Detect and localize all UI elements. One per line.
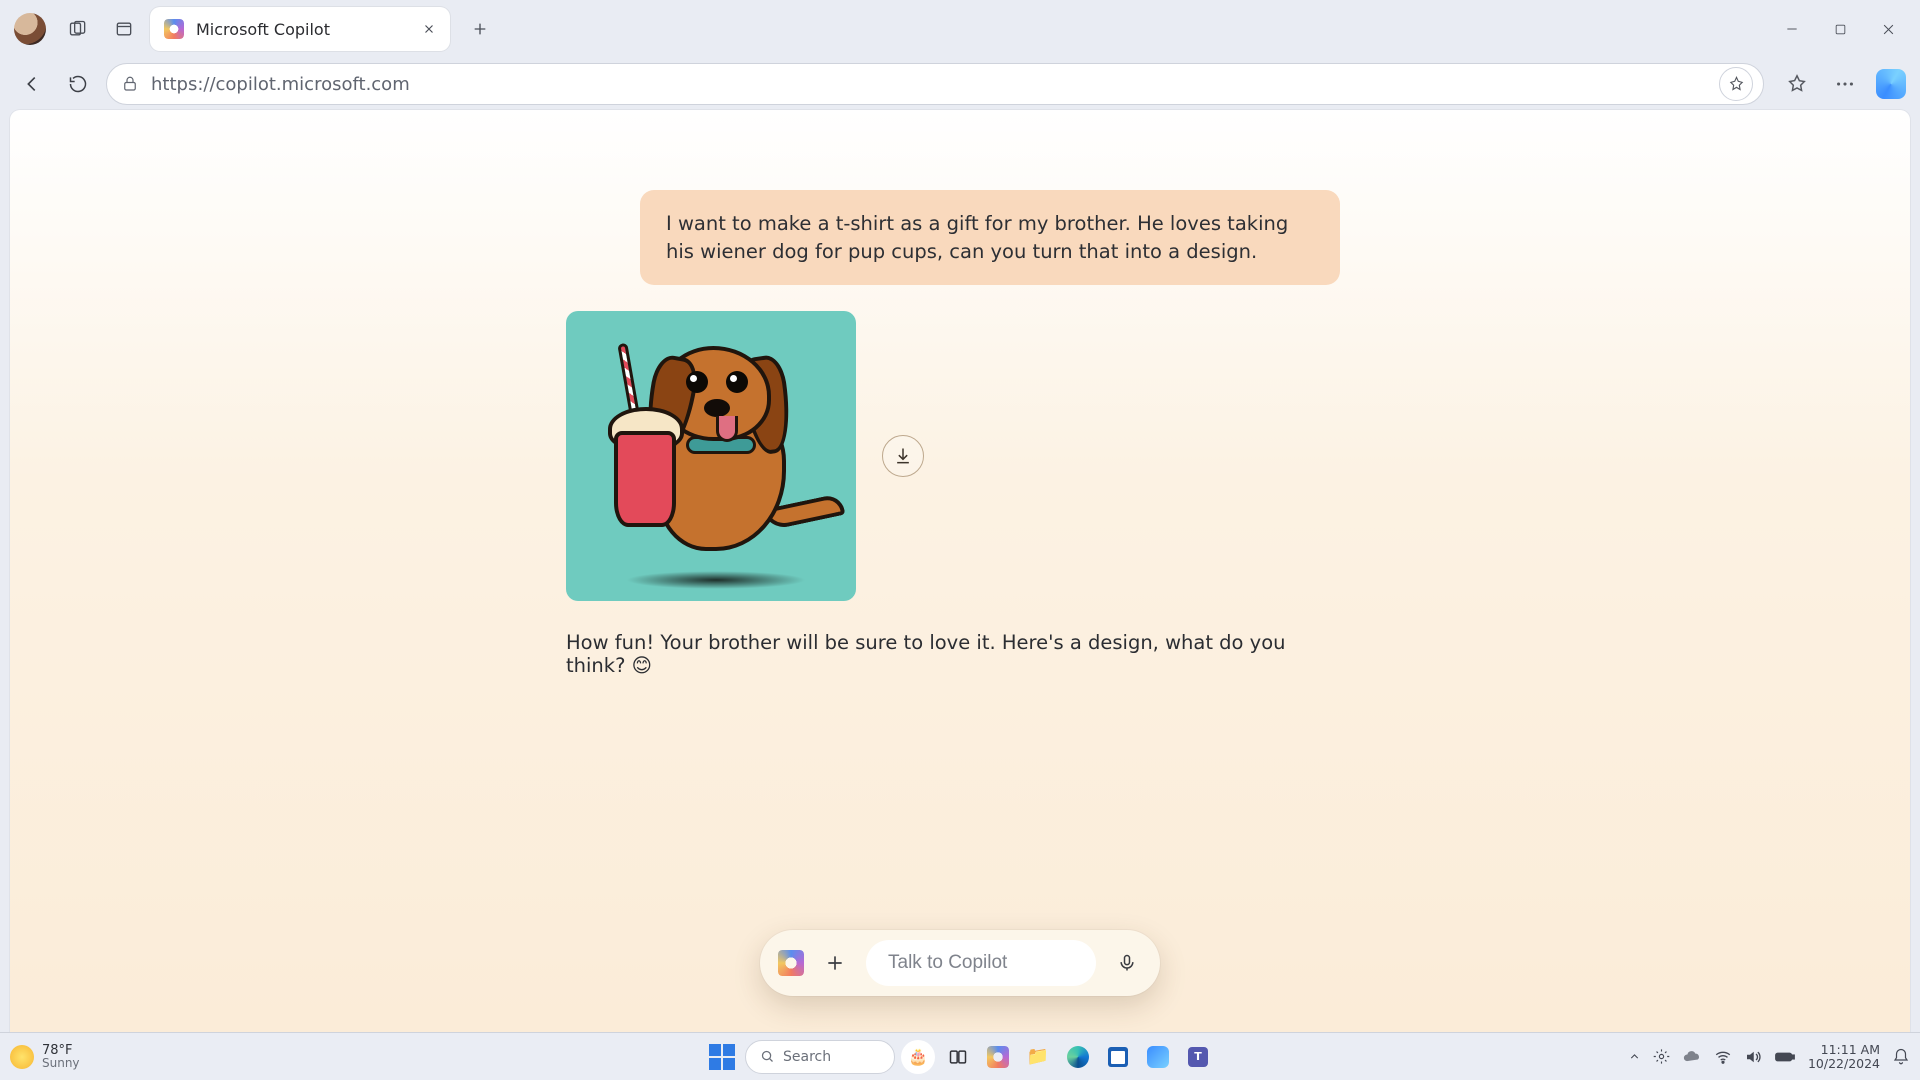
taskbar-app-copilot-chat[interactable] (1141, 1040, 1175, 1074)
profile-avatar[interactable] (14, 13, 46, 45)
taskbar-app-taskview[interactable] (941, 1040, 975, 1074)
page-content: I want to make a t-shirt as a gift for m… (10, 110, 1910, 1032)
taskbar-app-explorer[interactable]: 📁 (1021, 1040, 1055, 1074)
minimize-button[interactable] (1768, 9, 1816, 49)
weather-condition: Sunny (42, 1057, 80, 1069)
workspaces-icon[interactable] (58, 9, 98, 49)
tab-title: Microsoft Copilot (196, 20, 410, 39)
sun-icon (10, 1045, 34, 1069)
notifications-icon[interactable] (1892, 1048, 1910, 1066)
volume-icon[interactable] (1744, 1048, 1762, 1066)
compose-bar (760, 930, 1160, 996)
taskbar-app-cake[interactable]: 🎂 (901, 1040, 935, 1074)
search-placeholder: Search (783, 1049, 831, 1065)
clock[interactable]: 11:11 AM 10/22/2024 (1808, 1043, 1880, 1069)
browser-tab[interactable]: Microsoft Copilot (150, 7, 450, 51)
favorites-icon[interactable] (1780, 67, 1814, 101)
taskbar-app-copilot[interactable] (981, 1040, 1015, 1074)
tray-settings-icon[interactable] (1653, 1048, 1670, 1065)
close-window-button[interactable] (1864, 9, 1912, 49)
maximize-button[interactable] (1816, 9, 1864, 49)
chevron-up-icon[interactable] (1628, 1050, 1641, 1063)
taskbar-search[interactable]: Search (745, 1040, 895, 1074)
new-tab-button[interactable] (462, 11, 498, 47)
onedrive-icon[interactable] (1682, 1047, 1702, 1067)
system-tray[interactable]: 11:11 AM 10/22/2024 (1628, 1043, 1910, 1069)
time-text: 11:11 AM (1821, 1043, 1880, 1056)
site-info-icon[interactable] (121, 75, 139, 93)
more-menu-icon[interactable] (1828, 67, 1862, 101)
date-text: 10/22/2024 (1808, 1057, 1880, 1070)
copilot-icon (164, 19, 184, 39)
close-tab-icon[interactable] (422, 22, 436, 36)
url-text: https://copilot.microsoft.com (151, 74, 1707, 95)
titlebar: Microsoft Copilot (0, 0, 1920, 58)
tab-actions-icon[interactable] (104, 9, 144, 49)
assistant-message: How fun! Your brother will be sure to lo… (566, 631, 1340, 677)
back-button[interactable] (14, 66, 50, 102)
taskbar-app-store[interactable] (1101, 1040, 1135, 1074)
download-button[interactable] (882, 435, 924, 477)
taskbar-app-edge[interactable] (1061, 1040, 1095, 1074)
compose-input[interactable] (866, 940, 1096, 986)
taskbar-app-teams[interactable]: T (1181, 1040, 1215, 1074)
add-attachment-button[interactable] (820, 948, 850, 978)
start-button[interactable] (705, 1040, 739, 1074)
shopping-icon[interactable] (1719, 67, 1753, 101)
copilot-icon[interactable] (778, 950, 804, 976)
mic-button[interactable] (1112, 948, 1142, 978)
user-message: I want to make a t-shirt as a gift for m… (640, 190, 1340, 285)
taskbar: 78°F Sunny Search 🎂 📁 T 11:11 AM 10/22/2… (0, 1032, 1920, 1080)
browser-toolbar: https://copilot.microsoft.com (0, 58, 1920, 110)
weather-widget[interactable]: 78°F Sunny (10, 1044, 80, 1069)
refresh-button[interactable] (60, 66, 96, 102)
address-bar[interactable]: https://copilot.microsoft.com (106, 63, 1764, 105)
generated-image[interactable] (566, 311, 856, 601)
battery-icon[interactable] (1774, 1046, 1796, 1068)
wifi-icon[interactable] (1714, 1048, 1732, 1066)
copilot-sidebar-icon[interactable] (1876, 69, 1906, 99)
